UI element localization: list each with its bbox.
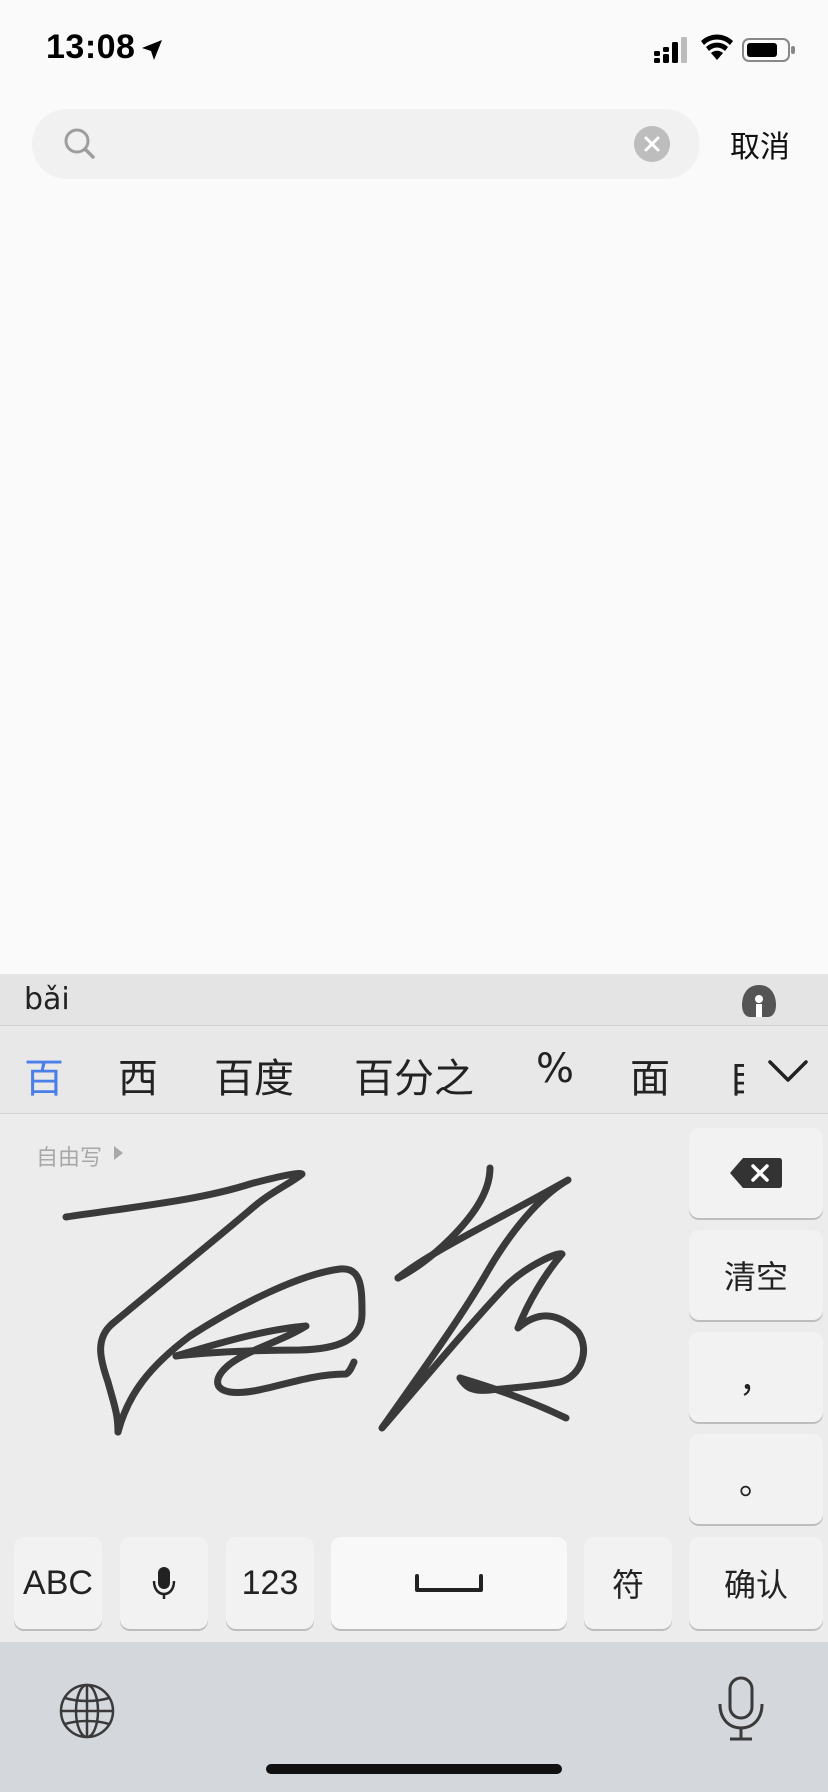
- microphone-icon: [152, 1567, 176, 1599]
- search-icon: [64, 128, 95, 159]
- comma-key[interactable]: ，: [689, 1332, 823, 1422]
- confirm-key-label: 确认: [723, 1566, 788, 1604]
- battery-icon: [742, 38, 795, 62]
- symbol-key[interactable]: 符: [584, 1537, 672, 1629]
- clear-icon[interactable]: [634, 126, 670, 162]
- search-bar: [32, 109, 700, 179]
- signal-icon: [654, 37, 687, 63]
- candidate-bar: 百 西 百度 百分之 % 面 自: [0, 1026, 828, 1114]
- globe-icon[interactable]: [58, 1682, 116, 1740]
- abc-key[interactable]: ABC: [14, 1537, 102, 1629]
- number-key[interactable]: 123: [226, 1537, 314, 1629]
- candidate-item[interactable]: 百度: [214, 1046, 294, 1104]
- keyboard-system-bar: [0, 1642, 828, 1792]
- pinyin-text: bǎi: [24, 982, 70, 1017]
- cancel-button[interactable]: 取消: [730, 122, 790, 166]
- status-bar: 13:08: [0, 0, 828, 100]
- home-indicator[interactable]: [266, 1764, 562, 1774]
- clear-key-label: 清空: [723, 1258, 788, 1296]
- space-icon: [415, 1574, 483, 1592]
- voice-key[interactable]: [120, 1537, 208, 1629]
- comma-key-label: ，: [739, 1360, 773, 1401]
- assistant-icon[interactable]: [740, 983, 778, 1019]
- candidate-item[interactable]: 西: [118, 1046, 158, 1104]
- backspace-key[interactable]: [689, 1128, 823, 1218]
- period-key-label: 。: [739, 1462, 773, 1503]
- wifi-icon: [701, 34, 733, 60]
- status-time: 13:08: [46, 28, 136, 66]
- candidate-item[interactable]: 百: [24, 1046, 64, 1104]
- confirm-key[interactable]: 确认: [689, 1537, 823, 1629]
- search-input[interactable]: [112, 124, 632, 164]
- symbol-key-label: 符: [611, 1566, 644, 1604]
- handwriting-area[interactable]: 自由写: [0, 1114, 686, 1514]
- abc-key-label: ABC: [23, 1563, 93, 1602]
- dictation-icon[interactable]: [716, 1676, 766, 1742]
- period-key[interactable]: 。: [689, 1434, 823, 1524]
- pinyin-bar: bǎi: [0, 974, 828, 1026]
- handwriting-strokes: [62, 1164, 588, 1436]
- space-key[interactable]: [331, 1537, 567, 1629]
- location-arrow-icon: [142, 40, 162, 60]
- chevron-down-icon[interactable]: [766, 1050, 810, 1090]
- clear-key[interactable]: 清空: [689, 1230, 823, 1320]
- candidate-item[interactable]: %: [536, 1046, 574, 1092]
- candidate-item[interactable]: 面: [630, 1046, 670, 1104]
- backspace-icon: [730, 1158, 782, 1188]
- candidate-item[interactable]: 百分之: [354, 1046, 474, 1104]
- number-key-label: 123: [241, 1563, 299, 1602]
- screen: 13:08 取消 bǎi 百 西 百度 百分之 % 面 自由写 清空 ， 。 A…: [0, 0, 828, 1792]
